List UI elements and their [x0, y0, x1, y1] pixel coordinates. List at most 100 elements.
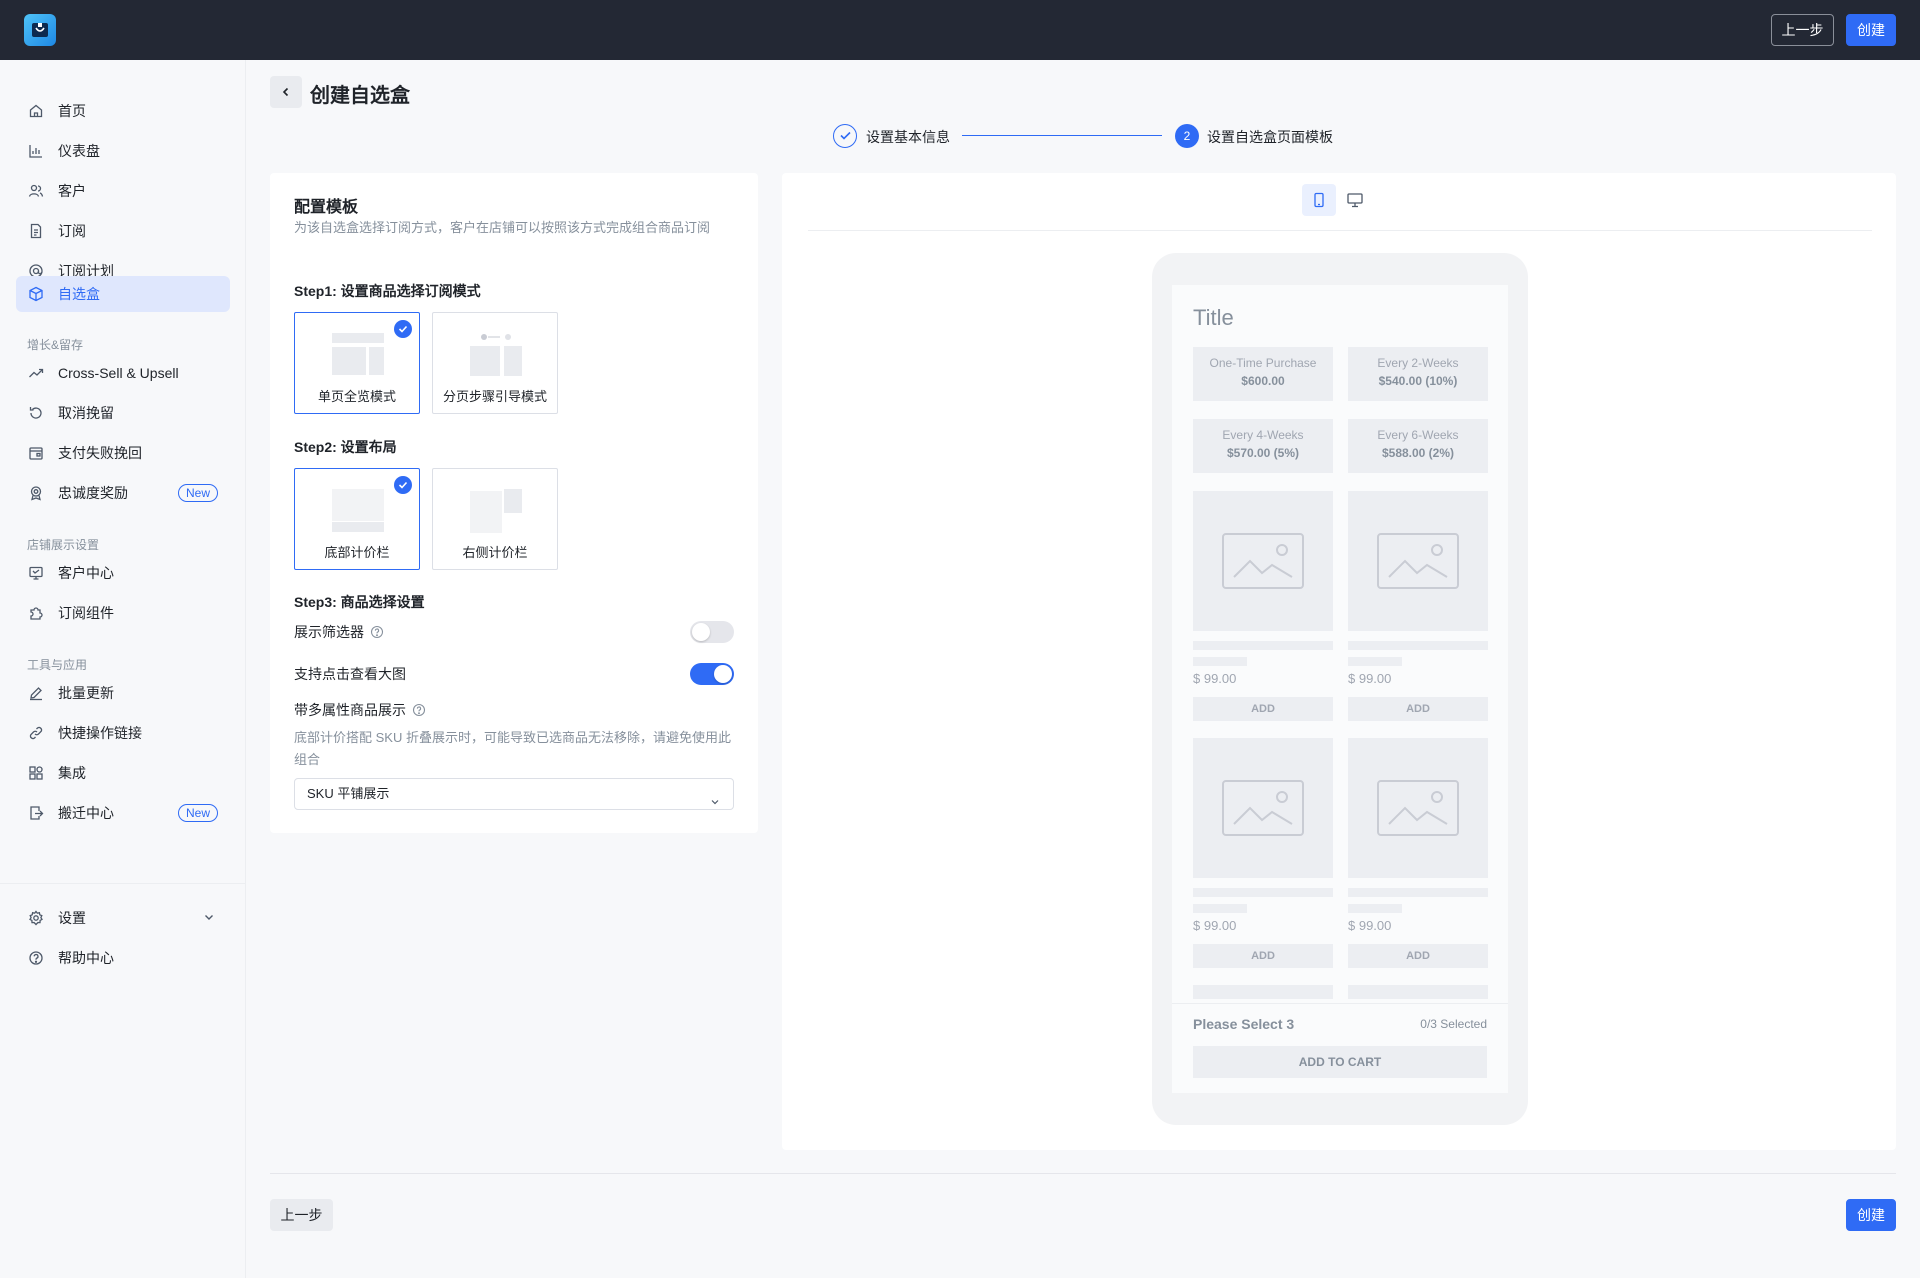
top-prev-button[interactable]: 上一步	[1771, 14, 1834, 46]
product-price: $ 99.00	[1348, 918, 1392, 933]
step-1-indicator	[833, 124, 857, 148]
zoom-label: 支持点击查看大图	[294, 666, 406, 682]
plan-option[interactable]: Every 4-Weeks $570.00 (5%)	[1193, 419, 1333, 473]
select-value: SKU 平铺展示	[307, 786, 390, 801]
trend-icon	[28, 365, 44, 381]
sidebar-item-quick-links[interactable]: 快捷操作链接	[16, 715, 230, 751]
step-2-indicator: 2	[1175, 124, 1199, 148]
sidebar-item-bulk-update[interactable]: 批量更新	[16, 675, 230, 711]
product-subtitle-placeholder	[1193, 904, 1247, 913]
selected-check-icon	[394, 476, 412, 494]
sidebar-item-label: 仪表盘	[58, 143, 100, 159]
mode-option-single-page[interactable]: 单页全览模式	[294, 312, 420, 414]
sidebar-item-widgets[interactable]: 订阅组件	[16, 595, 230, 631]
sku-display-select[interactable]: SKU 平铺展示	[294, 778, 734, 810]
sidebar-item-subscriptions[interactable]: 订阅	[16, 213, 230, 249]
multi-attr-label: 带多属性商品展示	[294, 702, 406, 718]
desktop-preview-tab[interactable]	[1338, 184, 1372, 216]
sidebar-item-customers[interactable]: 客户	[16, 173, 230, 209]
layout-option-bottom-price[interactable]: 底部计价栏	[294, 468, 420, 570]
add-product-button[interactable]: ADD	[1193, 697, 1333, 721]
mobile-preview-tab[interactable]	[1302, 184, 1336, 216]
add-product-button[interactable]: ADD	[1348, 944, 1488, 968]
bottom-prev-button[interactable]: 上一步	[270, 1199, 333, 1231]
top-create-button[interactable]: 创建	[1846, 14, 1896, 46]
product-subtitle-placeholder	[1348, 657, 1402, 666]
add-product-button[interactable]: ADD	[1348, 697, 1488, 721]
price-footer: Please Select 3 0/3 Selected ADD TO CART	[1172, 1003, 1508, 1093]
help-circle-icon[interactable]	[412, 703, 426, 717]
bottom-price-layout-icon	[332, 489, 384, 532]
step2-title: Step2: 设置布局	[294, 439, 397, 455]
image-placeholder-icon	[1377, 533, 1459, 589]
bottom-create-button[interactable]: 创建	[1846, 1199, 1896, 1231]
mode-option-step-guide[interactable]: 分页步骤引导模式	[432, 312, 558, 414]
step3-title: Step3: 商品选择设置	[294, 594, 425, 610]
sidebar-item-cross-sell[interactable]: Cross-Sell & Upsell	[16, 355, 230, 391]
plan-option[interactable]: Every 6-Weeks $588.00 (2%)	[1348, 419, 1488, 473]
show-filter-toggle[interactable]	[690, 621, 734, 643]
product-image-placeholder[interactable]	[1348, 738, 1488, 878]
right-price-layout-icon	[470, 489, 522, 533]
config-description: 为该自选盒选择订阅方式，客户在店铺可以按照该方式完成组合商品订阅	[294, 220, 711, 235]
plan-name: Every 6-Weeks	[1377, 428, 1459, 442]
sidebar-item-dashboard[interactable]: 仪表盘	[16, 133, 230, 169]
sidebar-group-growth: 增长&留存	[27, 338, 84, 352]
sidebar-item-home[interactable]: 首页	[16, 93, 230, 129]
preview-panel: Title One-Time Purchase $600.00 Every 2-…	[782, 173, 1896, 1150]
desktop-icon	[1347, 193, 1363, 208]
add-to-cart-button[interactable]: ADD TO CART	[1193, 1046, 1487, 1078]
show-filter-label: 展示筛选器	[294, 624, 364, 640]
config-panel: 配置模板 为该自选盒选择订阅方式，客户在店铺可以按照该方式完成组合商品订阅 St…	[270, 173, 758, 833]
link-icon	[28, 725, 44, 741]
plan-name: Every 4-Weeks	[1222, 428, 1304, 442]
option-label: 底部计价栏	[324, 545, 390, 560]
image-placeholder-icon	[1222, 533, 1304, 589]
product-image-placeholder[interactable]	[1348, 491, 1488, 631]
step-connector	[962, 135, 1162, 136]
multi-attr-warning: 底部计价搭配 SKU 折叠展示时，可能导致已选商品无法移除，请避免使用此组合	[294, 730, 731, 767]
product-image-placeholder[interactable]	[1193, 491, 1333, 631]
sidebar-item-settings[interactable]: 设置	[16, 900, 230, 936]
sidebar-item-label: 批量更新	[58, 685, 114, 701]
chevron-left-icon	[282, 87, 289, 97]
sidebar-item-help[interactable]: 帮助中心	[16, 940, 230, 976]
zoom-row: 支持点击查看大图	[294, 664, 406, 684]
migrate-icon	[28, 805, 44, 821]
sidebar-item-label: 快捷操作链接	[58, 725, 142, 741]
sidebar-item-label: 订阅组件	[58, 605, 114, 621]
zoom-toggle[interactable]	[690, 663, 734, 685]
sidebar-item-payment-recovery[interactable]: 支付失败挽回	[16, 435, 230, 471]
bottom-divider	[270, 1173, 1896, 1174]
plan-option[interactable]: One-Time Purchase $600.00	[1193, 347, 1333, 401]
config-title: 配置模板	[294, 199, 359, 216]
app-logo[interactable]	[24, 14, 56, 46]
help-icon	[28, 950, 44, 966]
sidebar-item-bundle-box[interactable]: 自选盒	[16, 276, 230, 312]
product-subtitle-placeholder	[1348, 904, 1402, 913]
help-circle-icon[interactable]	[370, 625, 384, 639]
plan-price: $600.00	[1241, 374, 1285, 388]
mobile-icon	[1314, 192, 1324, 208]
step-2-label: 设置自选盒页面模板	[1207, 129, 1333, 145]
sidebar-item-cancel-retention[interactable]: 取消挽留	[16, 395, 230, 431]
sidebar-item-label: 订阅	[58, 223, 86, 239]
sidebar-item-migration[interactable]: 搬迁中心 New	[16, 795, 230, 831]
plan-option[interactable]: Every 2-Weeks $540.00 (10%)	[1348, 347, 1488, 401]
show-filter-row: 展示筛选器	[294, 622, 384, 642]
sidebar-item-integrations[interactable]: 集成	[16, 755, 230, 791]
product-image-placeholder	[1348, 985, 1488, 999]
product-image-placeholder[interactable]	[1193, 738, 1333, 878]
layout-option-right-price[interactable]: 右侧计价栏	[432, 468, 558, 570]
sidebar-item-label: 自选盒	[58, 286, 100, 302]
edit-icon	[28, 685, 44, 701]
back-button[interactable]	[270, 76, 302, 108]
sidebar-item-loyalty[interactable]: 忠诚度奖励 New	[16, 475, 230, 511]
sidebar-item-customer-portal[interactable]: 客户中心	[16, 555, 230, 591]
add-product-button[interactable]: ADD	[1193, 944, 1333, 968]
gear-icon	[28, 910, 44, 926]
check-icon	[839, 131, 851, 140]
sidebar-group-tools: 工具与应用	[27, 658, 88, 672]
product-image-placeholder	[1193, 985, 1333, 999]
product-subtitle-placeholder	[1193, 657, 1247, 666]
